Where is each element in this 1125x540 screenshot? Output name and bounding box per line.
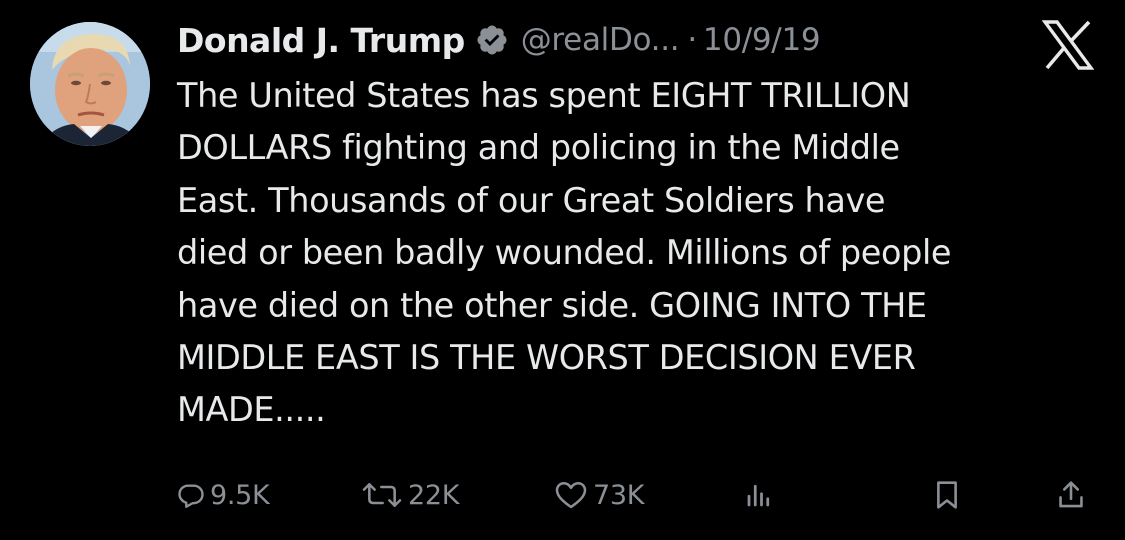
- action-bar: 9.5K 22K 73K: [0, 470, 1125, 520]
- verified-badge-icon: [477, 25, 507, 55]
- heart-icon: [555, 482, 587, 509]
- bookmark-button[interactable]: [932, 470, 962, 520]
- tweet-header: Donald J. Trump @realDo... · 10/9/19: [177, 18, 821, 62]
- views-chart-icon: [747, 484, 770, 507]
- reply-icon: [178, 484, 204, 508]
- like-count: 73K: [593, 479, 645, 511]
- reply-count: 9.5K: [210, 479, 270, 511]
- share-icon: [1059, 481, 1083, 508]
- x-logo-icon: [1042, 20, 1094, 70]
- avatar[interactable]: [30, 22, 150, 146]
- tweet-date[interactable]: 10/9/19: [703, 22, 821, 58]
- retweet-count: 22K: [408, 479, 460, 511]
- author-handle[interactable]: @realDo...: [521, 22, 680, 58]
- like-button[interactable]: 73K: [553, 470, 644, 520]
- views-button[interactable]: [744, 470, 774, 520]
- reply-button[interactable]: 9.5K: [176, 470, 270, 520]
- share-button[interactable]: [1056, 470, 1086, 520]
- retweet-button[interactable]: 22K: [360, 470, 459, 520]
- separator-dot: ·: [687, 22, 697, 58]
- author-name[interactable]: Donald J. Trump: [177, 21, 465, 60]
- tweet[interactable]: Donald J. Trump @realDo... · 10/9/19 The…: [0, 0, 1125, 540]
- tweet-text: The United States has spent EIGHT TRILLI…: [177, 76, 952, 430]
- bookmark-icon: [937, 481, 957, 509]
- retweet-icon: [362, 483, 402, 507]
